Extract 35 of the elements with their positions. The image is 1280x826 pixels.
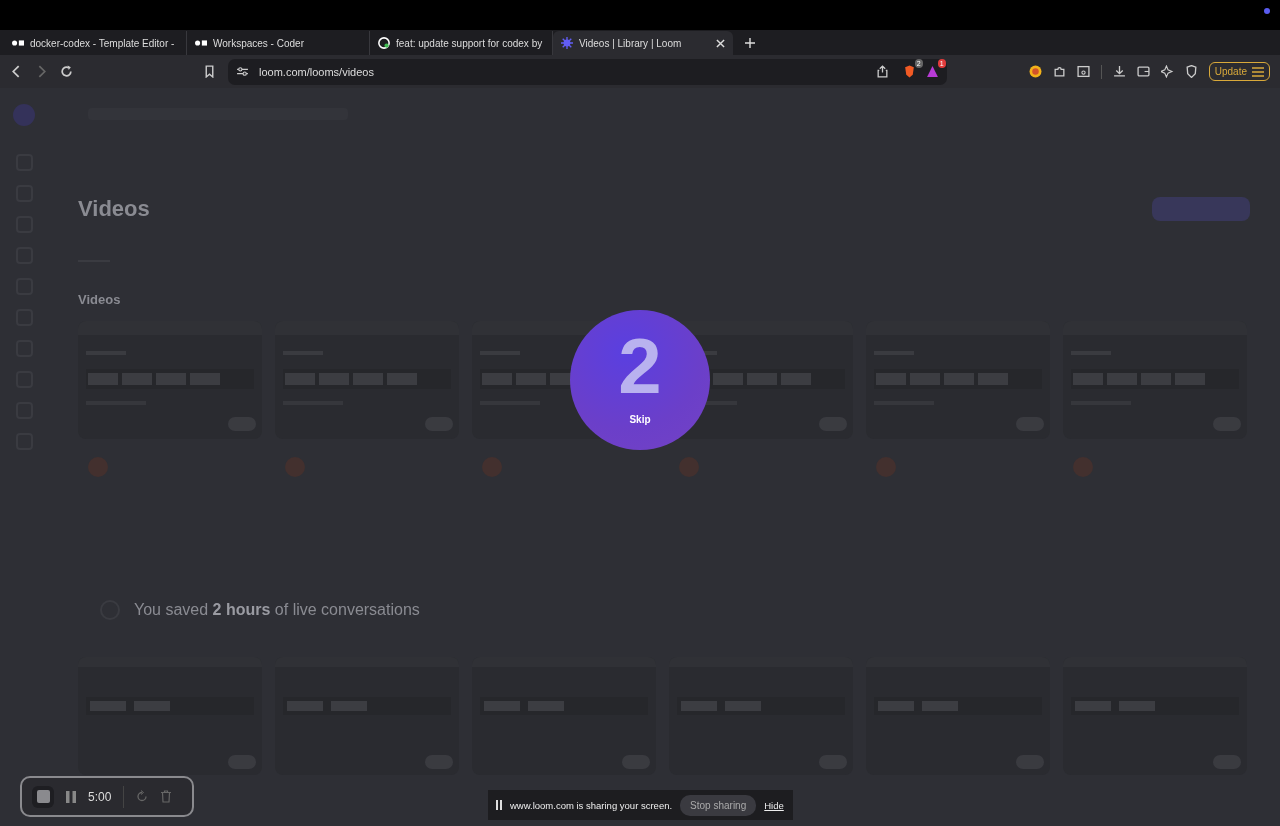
shield-icon[interactable]	[902, 65, 916, 78]
shield-icon[interactable]	[1184, 65, 1198, 78]
countdown-number: 2	[618, 324, 662, 408]
trash-icon[interactable]	[160, 790, 173, 803]
coder-icon	[195, 37, 207, 49]
hide-link[interactable]: Hide	[764, 799, 784, 811]
page-title: Videos	[78, 196, 150, 222]
browser-tab[interactable]: Videos | Library | Loom	[553, 31, 733, 55]
pause-icon[interactable]	[496, 800, 502, 810]
triangle-icon[interactable]	[925, 65, 939, 78]
loom-icon	[561, 37, 573, 49]
window-icon[interactable]	[1076, 65, 1090, 78]
sharing-message: www.loom.com is sharing your screen.	[510, 799, 673, 811]
section-title: Videos	[78, 292, 122, 307]
timer: 5:00	[88, 789, 112, 804]
skip-link[interactable]: Skip	[629, 414, 651, 425]
menu-icon[interactable]	[1252, 66, 1264, 77]
reload-icon[interactable]	[60, 65, 73, 78]
savings-message: You saved 2 hours of live conversations	[134, 601, 420, 619]
share-icon[interactable]	[875, 65, 889, 78]
restart-icon[interactable]	[136, 790, 149, 803]
stop-sharing-button[interactable]: Stop sharing	[680, 794, 757, 816]
new-tab-icon[interactable]	[745, 38, 755, 48]
coder-icon	[12, 37, 24, 49]
site-settings-icon[interactable]	[236, 65, 249, 78]
extension-icon[interactable]	[1028, 65, 1042, 78]
status-dot	[1264, 8, 1270, 14]
github-icon	[378, 37, 390, 49]
bookmark-icon[interactable]	[203, 65, 216, 78]
wallet-icon[interactable]	[1136, 65, 1150, 78]
update-button[interactable]: Update	[1208, 62, 1270, 81]
stop-icon[interactable]	[32, 785, 54, 808]
close-icon[interactable]	[716, 38, 725, 48]
download-icon[interactable]	[1112, 65, 1126, 78]
sparkle-icon[interactable]	[1160, 65, 1174, 78]
